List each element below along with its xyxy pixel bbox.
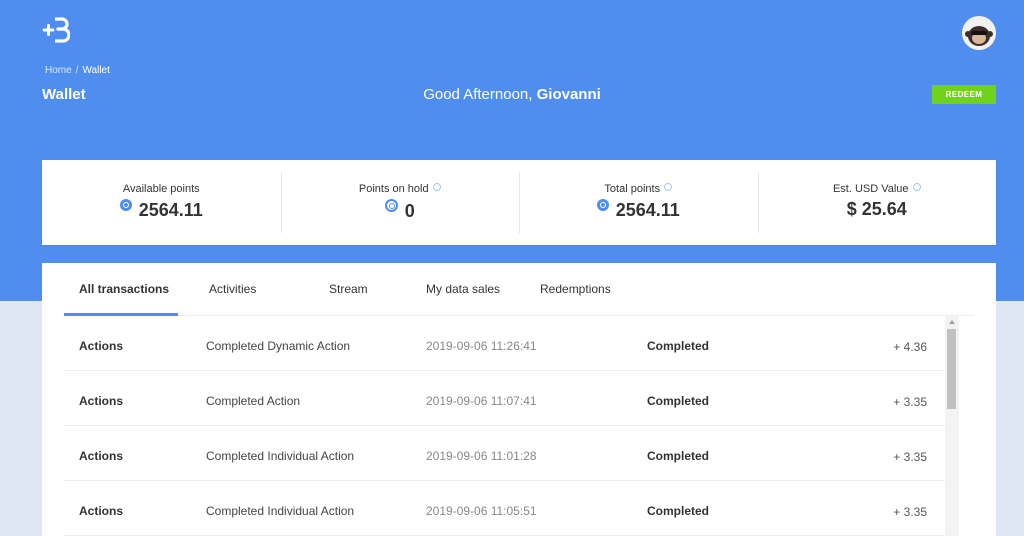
transaction-status: Completed <box>647 449 710 463</box>
transaction-date: 2019-09-06 11:07:41 <box>426 394 537 408</box>
stat-value: 2564.11 <box>615 200 680 220</box>
logo-icon[interactable] <box>42 17 70 43</box>
coin-icon <box>119 199 132 211</box>
tab-activities[interactable]: Activities <box>209 282 256 296</box>
breadcrumb: Home / Wallet <box>45 65 110 76</box>
transaction-date: 2019-09-06 11:01:28 <box>426 449 537 463</box>
transaction-amount: + 4.36 <box>893 340 927 354</box>
stat-value: $ 25.64 <box>846 199 907 219</box>
transaction-description: Completed Individual Action <box>206 504 355 518</box>
breadcrumb-separator: / <box>75 65 79 76</box>
scrollbar[interactable] <box>945 316 959 536</box>
stat-label: Points on hold <box>358 183 429 195</box>
transaction-status: Completed <box>647 394 710 408</box>
breadcrumb-home[interactable]: Home <box>45 65 72 76</box>
coin-icon <box>596 199 609 211</box>
stat-label: Available points <box>122 183 200 195</box>
greeting-text: Good Afternoon, <box>423 86 533 103</box>
transaction-type: Actions <box>79 394 124 408</box>
stat-available-points: Available points 2564.11 <box>42 160 281 245</box>
scroll-up-arrow-icon[interactable] <box>949 320 955 324</box>
table-row[interactable]: Actions Completed Individual Action 2019… <box>64 426 946 481</box>
stat-total-points: Total points 2564.11 <box>519 160 758 245</box>
transaction-amount: + 3.35 <box>893 450 927 464</box>
stat-label: Total points <box>604 183 661 195</box>
info-icon[interactable] <box>664 183 673 191</box>
table-row[interactable]: Actions Completed Action 2019-09-06 11:0… <box>64 371 946 426</box>
transaction-type: Actions <box>79 504 124 518</box>
info-icon[interactable] <box>432 183 441 191</box>
tab-all-transactions[interactable]: All transactions <box>79 282 169 296</box>
tab-my-data-sales[interactable]: My data sales <box>426 282 500 296</box>
transaction-type: Actions <box>79 339 124 353</box>
transaction-description: Completed Dynamic Action <box>206 339 351 353</box>
table-row[interactable]: Actions Completed Individual Action 2019… <box>64 481 946 536</box>
stat-usd-value: Est. USD Value $ 25.64 <box>757 160 997 245</box>
tab-bar: All transactions Activities Stream My da… <box>64 263 974 316</box>
stat-points-on-hold: Points on hold 0 <box>280 160 520 245</box>
tab-stream[interactable]: Stream <box>329 282 368 296</box>
transaction-description: Completed Individual Action <box>206 449 355 463</box>
transactions-list: Actions Completed Dynamic Action 2019-09… <box>64 316 946 536</box>
greeting: Good Afternoon, Giovanni <box>0 86 1024 103</box>
tab-redemptions[interactable]: Redemptions <box>540 282 611 296</box>
transaction-description: Completed Action <box>206 394 301 408</box>
transaction-date: 2019-09-06 11:26:41 <box>426 339 537 353</box>
breadcrumb-current: Wallet <box>82 65 110 76</box>
transaction-status: Completed <box>647 339 710 353</box>
stat-value: 0 <box>404 201 415 221</box>
scrollbar-thumb[interactable] <box>947 329 956 409</box>
stat-label: Est. USD Value <box>832 183 909 195</box>
transactions-panel: All transactions Activities Stream My da… <box>42 263 996 536</box>
info-icon[interactable] <box>912 183 921 191</box>
header-banner <box>0 0 1024 301</box>
points-summary: Available points 2564.11 Points on hold … <box>42 160 996 245</box>
user-name: Giovanni <box>536 86 601 103</box>
stat-value: 2564.11 <box>138 200 203 220</box>
transaction-amount: + 3.35 <box>893 395 927 409</box>
transaction-date: 2019-09-06 11:05:51 <box>426 504 537 518</box>
transaction-amount: + 3.35 <box>893 505 927 519</box>
redeem-button[interactable]: REDEEM <box>932 85 996 104</box>
coin-ring-icon <box>384 199 398 212</box>
user-avatar[interactable] <box>962 16 996 50</box>
transaction-status: Completed <box>647 504 710 518</box>
table-row[interactable]: Actions Completed Dynamic Action 2019-09… <box>64 316 946 371</box>
transaction-type: Actions <box>79 449 124 463</box>
